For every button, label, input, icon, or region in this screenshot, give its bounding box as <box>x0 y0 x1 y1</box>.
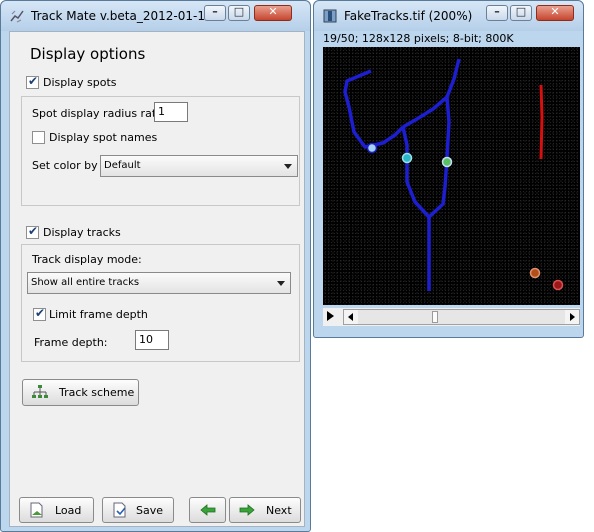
selected-track <box>539 84 544 160</box>
checkmark-icon: ✔ <box>28 74 39 88</box>
frame-slider-thumb[interactable] <box>431 311 438 323</box>
track-scheme-button[interactable]: Track scheme <box>22 379 139 406</box>
load-label: Load <box>55 504 82 517</box>
chevron-right-icon <box>570 313 575 321</box>
load-button[interactable]: Load <box>19 497 94 523</box>
maximize-icon: □ <box>233 5 245 18</box>
save-label: Save <box>136 504 164 517</box>
spot <box>529 267 541 279</box>
next-arrow-icon <box>239 504 255 516</box>
display-tracks-checkbox[interactable]: ✔ <box>26 224 39 239</box>
spot-radius-input[interactable]: 1 <box>154 102 188 122</box>
trackmate-window: Track Mate v.beta_2012-01-13 – □ ✕ Displ… <box>0 0 311 532</box>
frame-depth-label: Frame depth: <box>34 336 108 349</box>
save-button[interactable]: Save <box>102 497 174 523</box>
checkmark-icon: ✔ <box>35 306 46 320</box>
display-options-panel: Display options ✔ Display spots Spot dis… <box>9 31 305 527</box>
next-button[interactable]: Next <box>229 497 301 523</box>
spot-radius-label: Spot display radius ratio: <box>32 107 170 120</box>
stack-navigation <box>323 308 580 326</box>
frame-depth-input[interactable]: 10 <box>135 330 169 350</box>
trackmate-titlebar[interactable]: Track Mate v.beta_2012-01-13 – □ ✕ <box>1 1 310 31</box>
tracks-settings-group: Track display mode: Show all entire trac… <box>21 244 300 362</box>
spot <box>401 152 413 164</box>
minimize-icon: – <box>494 5 500 18</box>
display-spots-checkbox[interactable]: ✔ <box>26 74 39 89</box>
track-branch <box>445 96 451 158</box>
track-display-mode-value: Show all entire tracks <box>31 277 140 288</box>
spot <box>552 279 564 291</box>
scroll-left-button[interactable] <box>344 310 358 324</box>
display-spot-names-label: Display spot names <box>49 131 158 144</box>
close-button[interactable]: ✕ <box>254 5 292 21</box>
next-label: Next <box>266 504 292 517</box>
close-button[interactable]: ✕ <box>536 5 574 21</box>
frame-slider[interactable] <box>343 309 580 325</box>
back-arrow-icon <box>200 504 216 516</box>
display-spots-label: Display spots <box>43 76 117 89</box>
checkmark-icon: ✔ <box>28 224 39 238</box>
set-color-by-label: Set color by <box>32 159 98 172</box>
display-spot-names-checkbox[interactable] <box>32 131 45 144</box>
maximize-button[interactable]: □ <box>228 5 250 21</box>
close-icon: ✕ <box>268 5 278 18</box>
chevron-left-icon <box>348 313 353 321</box>
load-icon <box>30 502 43 518</box>
set-color-by-value: Default <box>104 160 141 171</box>
trackmate-title: Track Mate v.beta_2012-01-13 <box>31 9 213 23</box>
minimize-button[interactable]: – <box>486 5 508 21</box>
set-color-by-select[interactable]: Default <box>100 155 298 177</box>
back-button[interactable] <box>189 497 226 523</box>
minimize-button[interactable]: – <box>204 5 226 21</box>
track-overlay <box>343 58 564 291</box>
track-display-mode-label: Track display mode: <box>32 253 142 266</box>
panel-heading: Display options <box>30 45 146 63</box>
track-branch <box>402 58 461 129</box>
trackmate-app-icon <box>10 10 24 23</box>
track-display-mode-select[interactable]: Show all entire tracks <box>27 272 291 294</box>
image-info: 19/50; 128x128 pixels; 8-bit; 800K <box>323 32 514 45</box>
minimize-icon: – <box>212 5 218 18</box>
track-scheme-icon <box>32 385 48 398</box>
imagej-app-icon <box>323 9 337 23</box>
display-tracks-label: Display tracks <box>43 226 121 239</box>
image-titlebar[interactable]: FakeTracks.tif (200%) – □ ✕ <box>314 1 583 31</box>
chevron-down-icon <box>277 281 285 286</box>
image-title: FakeTracks.tif (200%) <box>344 9 473 23</box>
maximize-button[interactable]: □ <box>510 5 532 21</box>
chevron-down-icon <box>284 164 292 169</box>
track-branch <box>343 69 405 149</box>
save-icon <box>113 502 126 518</box>
limit-frame-depth-checkbox[interactable]: ✔ <box>33 306 46 321</box>
track-scheme-label: Track scheme <box>59 386 135 399</box>
spot <box>441 156 453 168</box>
spots-settings-group: Spot display radius ratio: 1 Display spo… <box>21 96 300 206</box>
play-icon[interactable] <box>327 311 334 321</box>
track-branch <box>401 126 431 219</box>
limit-frame-depth-label: Limit frame depth <box>49 308 148 321</box>
close-icon: ✕ <box>550 5 560 18</box>
image-window: FakeTracks.tif (200%) – □ ✕ 19/50; 128x1… <box>313 0 584 338</box>
maximize-icon: □ <box>515 5 527 18</box>
spot <box>366 142 378 154</box>
image-canvas[interactable] <box>323 47 580 305</box>
scroll-right-button[interactable] <box>565 310 579 324</box>
